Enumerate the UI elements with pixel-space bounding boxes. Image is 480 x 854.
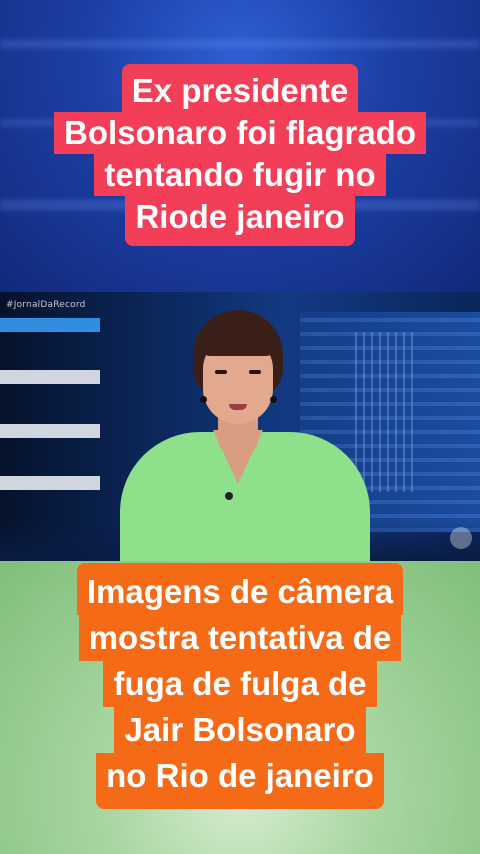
caption-bottom-line: Jair Bolsonaro <box>114 707 366 753</box>
caption-top-line: Ex presidente <box>121 64 359 112</box>
lapel-mic <box>225 492 233 500</box>
news-video-frame[interactable]: #JornalDaRecord <box>0 292 480 561</box>
broadcaster-logo-icon <box>450 527 472 549</box>
caption-bottom: Imagens de câmera mostra tentativa de fu… <box>0 563 480 809</box>
studio-panel-lines <box>355 332 415 492</box>
caption-top: Ex presidente Bolsonaro foi flagrado ten… <box>0 64 480 246</box>
caption-top-line: Riode janeiro <box>125 196 355 246</box>
presenter-earring <box>270 396 277 403</box>
caption-bottom-line: no Rio de janeiro <box>96 753 384 809</box>
caption-bottom-line: fuga de fulga de <box>103 661 377 707</box>
caption-top-line: Bolsonaro foi flagrado <box>53 112 426 154</box>
presenter-bangs <box>200 322 276 356</box>
caption-bottom-line: mostra tentativa de <box>78 615 402 661</box>
presenter-earring <box>200 396 207 403</box>
studio-screen-bar <box>0 476 100 490</box>
video-post[interactable]: #JornalDaRecord Ex presidente Bolsonaro … <box>0 0 480 854</box>
presenter-eye <box>215 370 227 374</box>
presenter-eye <box>249 370 261 374</box>
studio-screen-bar <box>0 424 100 438</box>
caption-bottom-line: Imagens de câmera <box>76 563 404 615</box>
studio-screen-bar <box>0 318 100 332</box>
studio-screen-bar <box>0 370 100 384</box>
caption-top-line: tentando fugir no <box>94 154 386 196</box>
video-hashtag: #JornalDaRecord <box>6 300 86 310</box>
